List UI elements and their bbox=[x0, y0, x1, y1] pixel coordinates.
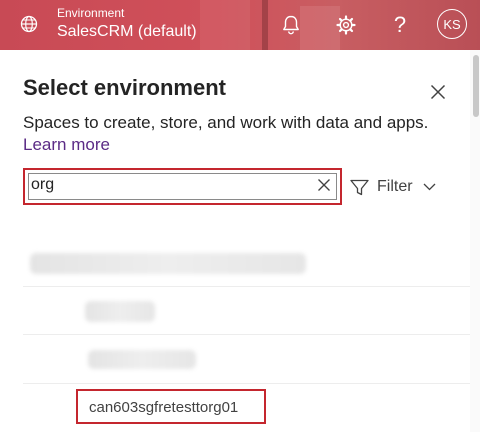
filter-icon bbox=[350, 179, 369, 195]
panel-title: Select environment bbox=[23, 75, 226, 100]
header-texture bbox=[200, 0, 250, 50]
list-divider bbox=[23, 383, 475, 384]
help-icon: ? bbox=[393, 12, 407, 37]
close-button[interactable] bbox=[424, 78, 452, 106]
gear-icon bbox=[336, 15, 356, 35]
list-divider bbox=[23, 286, 475, 287]
chevron-down-icon bbox=[423, 183, 436, 191]
current-environment-name[interactable]: SalesCRM (default) bbox=[57, 22, 197, 42]
app-header: Environment SalesCRM (default) ? KS bbox=[0, 0, 480, 50]
filter-label: Filter bbox=[377, 178, 413, 195]
environment-list-item[interactable]: can603sgfretesttorg01 bbox=[89, 399, 238, 417]
settings-button[interactable] bbox=[330, 9, 362, 41]
redacted-environment-item[interactable] bbox=[88, 350, 196, 369]
help-button[interactable]: ? bbox=[384, 9, 416, 41]
redacted-environment-item[interactable] bbox=[30, 253, 306, 274]
clear-search-button[interactable] bbox=[314, 175, 334, 195]
search-input[interactable] bbox=[31, 173, 301, 197]
search-box bbox=[23, 168, 342, 205]
environment-caption: Environment bbox=[57, 6, 125, 20]
filter-button[interactable]: Filter bbox=[350, 175, 440, 199]
notifications-button[interactable] bbox=[275, 9, 307, 41]
header-texture bbox=[262, 0, 268, 50]
panel-description: Spaces to create, store, and work with d… bbox=[23, 113, 429, 132]
redacted-environment-item[interactable] bbox=[85, 301, 155, 322]
environment-picker-page: Environment SalesCRM (default) ? KS Sele… bbox=[0, 0, 480, 432]
globe-icon[interactable] bbox=[18, 13, 40, 35]
scrollbar-thumb[interactable] bbox=[473, 55, 479, 117]
user-avatar[interactable]: KS bbox=[437, 9, 467, 39]
learn-more-link[interactable]: Learn more bbox=[23, 134, 110, 156]
close-icon bbox=[318, 179, 330, 191]
list-divider bbox=[23, 334, 475, 335]
close-icon bbox=[430, 84, 446, 100]
bell-icon bbox=[283, 15, 299, 35]
